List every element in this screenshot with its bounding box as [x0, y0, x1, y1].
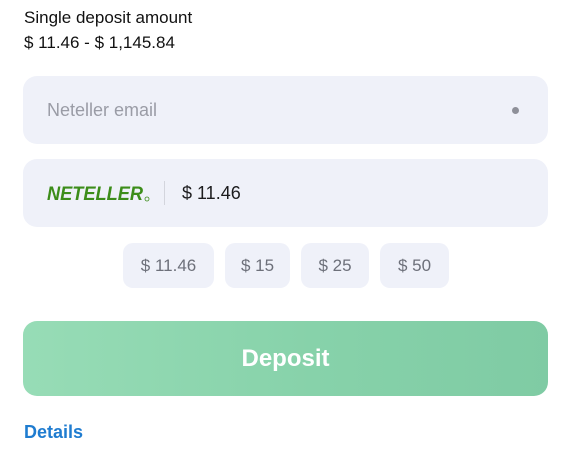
- neteller-logo: NETELLER: [47, 184, 150, 204]
- preset-amount-button[interactable]: $ 11.46: [123, 243, 214, 288]
- neteller-email-input[interactable]: [47, 76, 487, 144]
- status-dot-icon: [512, 107, 519, 114]
- deposit-limit-range: $ 11.46 - $ 1,145.84: [24, 33, 175, 52]
- neteller-logo-text: NETELLER: [47, 184, 143, 204]
- amount-field-container: NETELLER: [23, 159, 548, 227]
- deposit-form: Single deposit amount $ 11.46 - $ 1,145.…: [0, 0, 568, 458]
- preset-amount-button[interactable]: $ 25: [301, 243, 369, 288]
- email-field-container: [23, 76, 548, 144]
- amount-input[interactable]: [182, 159, 522, 227]
- field-divider: [164, 181, 165, 205]
- deposit-limit-label: Single deposit amount: [24, 8, 193, 27]
- deposit-button[interactable]: Deposit: [23, 321, 548, 396]
- preset-amounts: $ 11.46 $ 15 $ 25 $ 50: [0, 243, 568, 288]
- details-link[interactable]: Details: [24, 421, 83, 443]
- preset-amount-button[interactable]: $ 50: [380, 243, 449, 288]
- preset-amount-button[interactable]: $ 15: [225, 243, 290, 288]
